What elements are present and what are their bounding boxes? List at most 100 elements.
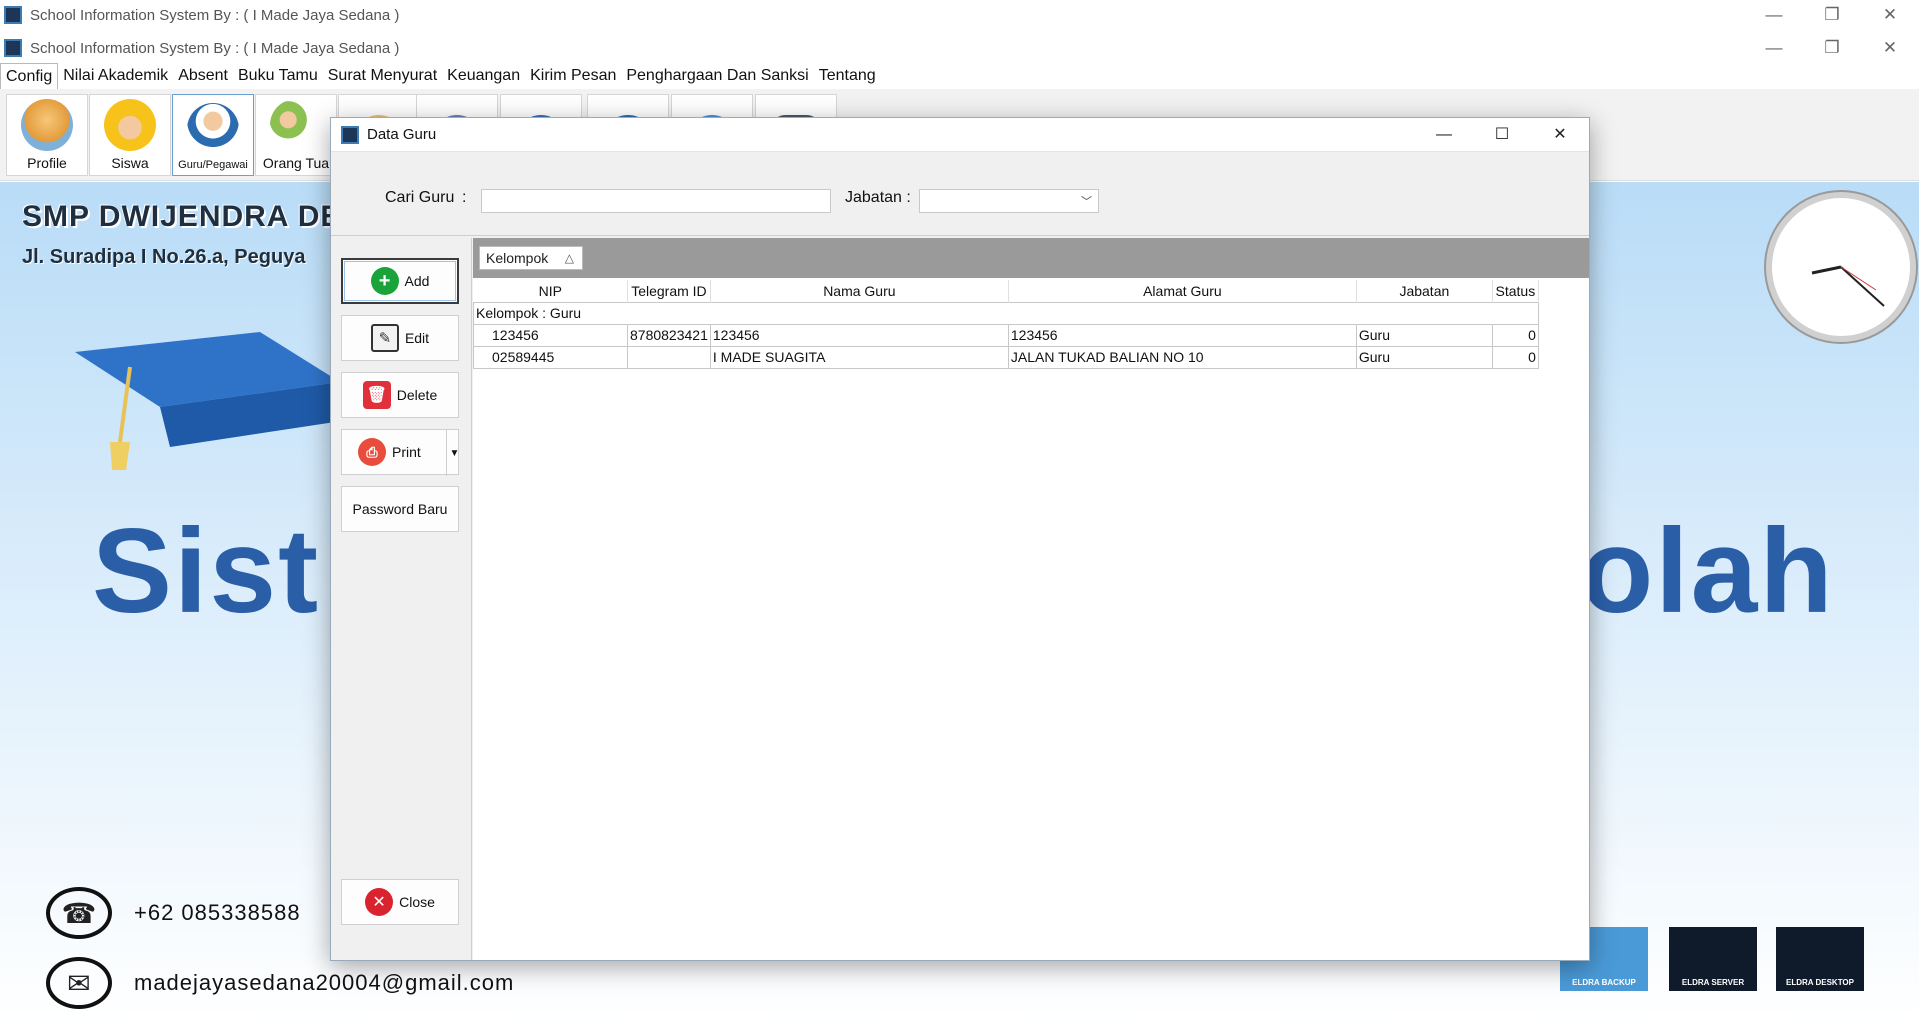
close-button[interactable]: ✕ Close xyxy=(341,879,459,925)
cell-nip[interactable]: 02589445 xyxy=(473,345,628,369)
print-button[interactable]: ⎙ Print ▼ xyxy=(341,429,462,476)
eldra-backup-label: ELDRA BACKUP xyxy=(1572,978,1636,987)
restore-icon[interactable]: ❐ xyxy=(1803,38,1861,58)
column-header-alamat-guru[interactable]: Alamat Guru xyxy=(1008,280,1357,302)
cari-guru-colon: : xyxy=(462,189,467,206)
edit-pencil-icon: ✎ xyxy=(370,324,399,352)
table-row[interactable]: 02589445 I MADE SUAGITA JALAN TUKAD BALI… xyxy=(473,345,1539,369)
phone-icon: ☎ xyxy=(46,887,112,939)
restore-icon[interactable]: ❐ xyxy=(1803,5,1861,25)
system-title-right: olah xyxy=(1580,504,1835,638)
data-grid: Kelompok △ NIP Telegram ID Nama Guru Ala… xyxy=(473,238,1589,960)
column-header-jabatan[interactable]: Jabatan xyxy=(1356,280,1493,302)
group-row-label: Kelompok : Guru xyxy=(473,301,1539,325)
cell-alamat-guru[interactable]: JALAN TUKAD BALIAN NO 10 xyxy=(1007,345,1357,369)
trash-icon: 🗑 xyxy=(362,381,391,409)
maximize-icon[interactable]: ☐ xyxy=(1473,118,1531,152)
minimize-icon[interactable]: — xyxy=(1745,5,1803,25)
guru-pegawai-label: Guru/Pegawai xyxy=(178,159,248,171)
guru-table: NIP Telegram ID Nama Guru Alamat Guru Ja… xyxy=(473,280,1539,369)
password-baru-label: Password Baru xyxy=(352,501,448,517)
app-icon xyxy=(341,125,359,144)
cari-guru-label: Cari Guru xyxy=(385,189,455,206)
tab-surat-menyurat[interactable]: Surat Menyurat xyxy=(323,63,442,89)
profile-button[interactable]: Profile xyxy=(6,94,88,176)
cell-jabatan[interactable]: Guru xyxy=(1355,323,1493,347)
eldra-desktop-label: ELDRA DESKTOP xyxy=(1785,978,1854,987)
dialog-title: Data Guru xyxy=(367,126,437,143)
minimize-icon[interactable]: — xyxy=(1745,38,1803,58)
guru-pegawai-button[interactable]: Guru/Pegawai xyxy=(172,94,254,176)
close-icon[interactable]: ✕ xyxy=(1861,38,1919,58)
eldra-desktop-logo[interactable]: ELDRA DESKTOP xyxy=(1776,927,1864,991)
chevron-down-icon: ﹀ xyxy=(1081,196,1092,208)
cell-telegram-id[interactable] xyxy=(627,345,711,369)
table-header: NIP Telegram ID Nama Guru Alamat Guru Ja… xyxy=(473,280,1539,302)
password-baru-button[interactable]: Password Baru xyxy=(341,486,459,532)
group-chip-label: Kelompok xyxy=(486,250,549,266)
student-icon xyxy=(104,99,156,151)
tab-kirim-pesan[interactable]: Kirim Pesan xyxy=(525,63,621,89)
close-label: Close xyxy=(399,894,435,910)
tab-buku-tamu[interactable]: Buku Tamu xyxy=(233,63,323,89)
tab-penghargaan-sanksi[interactable]: Penghargaan Dan Sanksi xyxy=(621,63,813,89)
tab-absent[interactable]: Absent xyxy=(173,63,233,89)
school-name: SMP DWIJENDRA DE xyxy=(22,200,342,233)
column-header-nama-guru[interactable]: Nama Guru xyxy=(710,280,1009,302)
cell-jabatan[interactable]: Guru xyxy=(1355,345,1493,369)
cell-status[interactable]: 0 xyxy=(1491,345,1539,369)
analog-clock xyxy=(1766,192,1916,342)
main-window-titlebar: School Information System By : ( I Made … xyxy=(0,33,1919,63)
school-address: Jl. Suradipa I No.26.a, Peguya xyxy=(22,246,306,268)
sort-ascending-icon: △ xyxy=(564,251,574,265)
cell-status[interactable]: 0 xyxy=(1491,323,1539,347)
close-icon[interactable]: ✕ xyxy=(1861,5,1919,25)
print-dropdown-arrow-icon[interactable]: ▼ xyxy=(446,430,462,476)
mail-icon: ✉ xyxy=(46,957,112,1009)
eldra-server-logo[interactable]: ELDRA SERVER xyxy=(1669,927,1757,991)
tab-nilai-akademik[interactable]: Nilai Akademik xyxy=(58,63,173,89)
system-title-left: Sist xyxy=(92,504,321,638)
school-building-icon xyxy=(21,99,73,151)
tab-keuangan[interactable]: Keuangan xyxy=(442,63,525,89)
column-header-status[interactable]: Status xyxy=(1492,280,1539,302)
cari-guru-input[interactable] xyxy=(481,189,831,213)
delete-button[interactable]: 🗑 Delete xyxy=(341,372,459,418)
jabatan-label: Jabatan : xyxy=(845,189,911,206)
orang-tua-button[interactable]: Orang Tua xyxy=(255,94,337,176)
cell-nip[interactable]: 123456 xyxy=(473,323,628,347)
printer-icon: ⎙ xyxy=(358,438,386,466)
profile-label: Profile xyxy=(27,155,67,171)
tab-config[interactable]: Config xyxy=(0,63,59,89)
minimize-icon[interactable]: — xyxy=(1415,118,1473,152)
table-row[interactable]: 123456 8780823421 123456 123456 Guru 0 xyxy=(473,323,1539,347)
graduation-cap-image xyxy=(75,332,340,470)
close-icon[interactable]: ✕ xyxy=(1531,118,1589,152)
group-row[interactable]: Kelompok : Guru xyxy=(473,301,1539,325)
jabatan-select[interactable]: ﹀ xyxy=(919,189,1099,213)
tab-tentang[interactable]: Tentang xyxy=(814,63,881,89)
search-panel: Cari Guru : Jabatan : ﹀ xyxy=(331,152,1589,236)
add-button[interactable]: + Add xyxy=(341,258,459,304)
column-header-nip[interactable]: NIP xyxy=(473,280,628,302)
close-x-icon: ✕ xyxy=(365,888,394,916)
eldra-server-label: ELDRA SERVER xyxy=(1681,978,1745,987)
app-icon xyxy=(4,6,22,24)
menu-bar: Config Nilai Akademik Absent Buku Tamu S… xyxy=(0,63,1919,89)
app-icon xyxy=(4,39,22,57)
orang-tua-label: Orang Tua xyxy=(262,155,330,171)
cell-nama-guru[interactable]: I MADE SUAGITA xyxy=(709,345,1009,369)
action-panel: + Add ✎ Edit 🗑 Delete ⎙ Print ▼ Password… xyxy=(331,238,472,960)
siswa-button[interactable]: Siswa xyxy=(89,94,171,176)
group-chip-kelompok[interactable]: Kelompok △ xyxy=(479,246,583,270)
data-guru-dialog: Data Guru — ☐ ✕ Cari Guru : Jabatan : ﹀ … xyxy=(330,117,1590,961)
edit-button[interactable]: ✎ Edit xyxy=(341,315,459,361)
cell-alamat-guru[interactable]: 123456 xyxy=(1007,323,1357,347)
cell-nama-guru[interactable]: 123456 xyxy=(709,323,1009,347)
column-header-telegram-id[interactable]: Telegram ID xyxy=(627,280,711,302)
teacher-icon xyxy=(187,103,239,155)
siswa-label: Siswa xyxy=(111,155,149,171)
back-window-titlebar: School Information System By : ( I Made … xyxy=(0,0,1919,30)
cell-telegram-id[interactable]: 8780823421 xyxy=(627,323,711,347)
window-title: School Information System By : ( I Made … xyxy=(30,39,400,57)
